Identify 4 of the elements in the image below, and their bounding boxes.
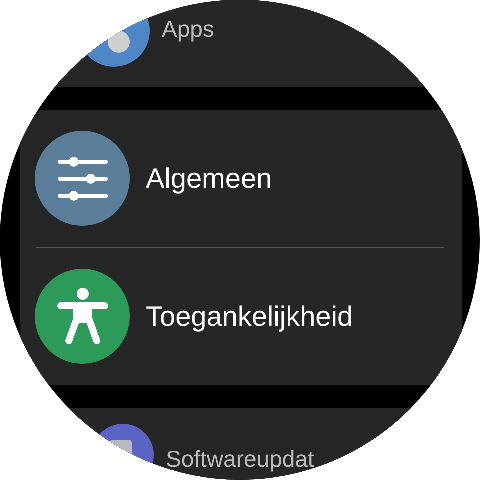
menu-item-label[interactable]: Toegankelijkheid (146, 300, 354, 332)
menu-item-label[interactable]: Apps (162, 0, 214, 43)
menu-item-label[interactable]: Algemeen (146, 162, 272, 194)
menu-item-label[interactable]: Softwareupdat (166, 424, 314, 473)
